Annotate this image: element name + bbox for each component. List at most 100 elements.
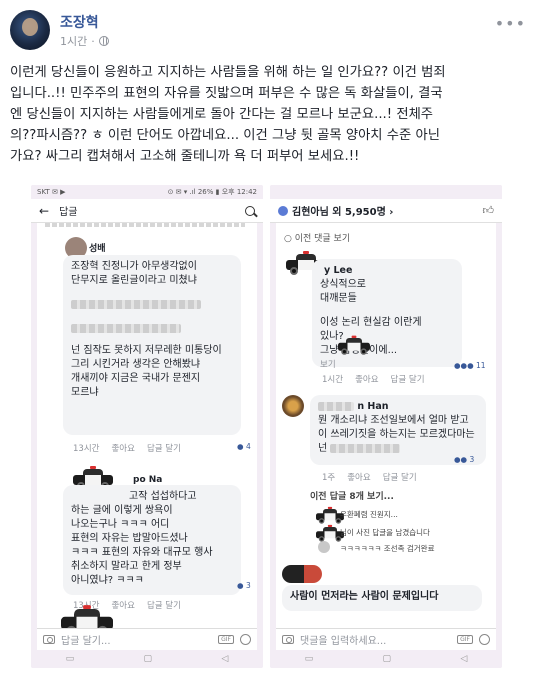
author-name[interactable]: 조장혁: [60, 12, 99, 32]
comment-thread: ○ 이전 댓글 보기 y Lee 상식적으로 대깨문들 이성 논리 현실감 이란…: [276, 223, 496, 630]
commenter-name: n Han: [357, 401, 389, 412]
search-icon: [245, 205, 258, 217]
post-time[interactable]: 1시간: [60, 33, 87, 49]
blurred-text: [330, 443, 401, 453]
thumbs-up-icon[interactable]: 👍︎: [483, 204, 495, 217]
like-button[interactable]: 좋아요: [347, 471, 370, 483]
gif-icon[interactable]: GIF: [218, 635, 234, 644]
status-right: ⊙ ✉ ▾ .ıl 26% ▮ 오후 12:42: [167, 188, 257, 196]
reply-button[interactable]: 답글 달기: [147, 599, 181, 611]
reaction-count: ● 3: [237, 581, 251, 590]
comment-bubble: 사람이 먼저라는 사람이 문제입니다: [282, 585, 482, 611]
commenter-avatar: [282, 395, 304, 417]
comment-line: 그리 시킨거라 생각은 안해봤냐: [71, 359, 201, 370]
camera-icon[interactable]: [43, 635, 55, 644]
home-icon[interactable]: ▢: [383, 654, 392, 664]
prev-comments-link[interactable]: ○ 이전 댓글 보기: [284, 231, 350, 244]
reply-button[interactable]: 답글 달기: [383, 471, 417, 483]
status-bar: SKT ✉ ▶ ⊙ ✉ ▾ .ıl 26% ▮ 오후 12:42: [31, 185, 263, 199]
like-button[interactable]: 좋아요: [355, 373, 378, 385]
post-meta: 1시간 ·: [60, 33, 109, 49]
comment-line: 이성 논리 현실감 이란게: [320, 317, 422, 328]
commenter-name: 성배: [89, 244, 106, 254]
comment-bubble: 조장혁 진정니가 아무생각없이 단무지로 올린글이라고 미쳤냐 넌 짐작도 못하…: [63, 255, 241, 435]
comment-time: 1주: [322, 473, 336, 483]
android-nav-bar: ▭ ▢ ◁: [270, 650, 502, 668]
comment-actions: 1주 좋아요 답글 달기: [322, 471, 417, 483]
comment-input-bar[interactable]: 댓글을 입력하세요... GIF: [276, 628, 496, 650]
prev-replies-link[interactable]: 이전 답글 8개 보기...: [310, 489, 394, 502]
recent-apps-icon[interactable]: ▭: [305, 654, 314, 664]
post-text-line: 엔 당신들이 지지하는 사람들에게로 돌아 간다는 걸 모르나 보군요...! …: [10, 107, 434, 122]
emoji-icon[interactable]: [479, 634, 490, 645]
screenshot-left[interactable]: SKT ✉ ▶ ⊙ ✉ ▾ .ıl 26% ▮ 오후 12:42 ← 답글 성배…: [31, 185, 263, 668]
police-car-sticker: [336, 335, 371, 355]
reaction-count: ●●● 11: [454, 361, 486, 370]
comment-line: 아니였냐? ㅋㅋㅋ: [71, 575, 144, 586]
comment-time: 13시간: [73, 444, 100, 454]
comment-line: 단무지로 올린글이라고 미쳤냐: [71, 275, 197, 286]
comment-actions: 1시간 좋아요 답글 달기: [322, 373, 425, 385]
recent-apps-icon[interactable]: ▭: [66, 654, 75, 664]
like-button[interactable]: 좋아요: [111, 442, 134, 454]
reply-preview[interactable]: ㅋㅋㅋㅋㅋㅋ 조선족 검거완료: [340, 543, 434, 554]
reply-button[interactable]: 답글 달기: [147, 442, 181, 454]
comment-line: 상식적으로: [320, 279, 366, 290]
reply-input-bar[interactable]: 답글 달기... GIF: [37, 628, 257, 650]
home-icon[interactable]: ▢: [144, 654, 153, 664]
comment-bubble: 고작 섭섭하다고 하는 글에 이렇게 쌍욕이 나오는구나 ㅋㅋㅋ 어디 표현의 …: [63, 485, 241, 595]
comment-footer: 보기: [320, 360, 336, 370]
gif-icon[interactable]: GIF: [457, 635, 473, 644]
comment-line: 취소하지 말라고 한게 정부: [71, 561, 182, 572]
reply-button[interactable]: 답글 달기: [391, 373, 425, 385]
comment-thread: 성배 조장혁 진정니가 아무생각없이 단무지로 올린글이라고 미쳤냐 넌 짐작도…: [37, 223, 257, 630]
reaction-count: ●● 3: [454, 455, 475, 464]
back-icon[interactable]: ◁: [460, 654, 467, 664]
globe-icon: [98, 36, 109, 46]
police-car-sticker: [58, 605, 115, 630]
comment-line: 뭔 개소리냐 조선일보에서 얼마 받고: [318, 415, 469, 426]
blurred-text: [71, 323, 181, 333]
reaction-count: ● 4: [237, 442, 251, 451]
comment-line: 개새끼야 지금은 국내가 문젠지: [71, 373, 201, 384]
post-text-line: 의??파시즘?? ㅎ 이런 단어도 아깝네요... 이건 그냥 뒷 골목 양아치…: [10, 128, 440, 143]
status-bar: [270, 185, 502, 199]
comment-line: 표현의 자유는 밥말아드셨나: [71, 533, 188, 544]
like-reaction-icon: [278, 205, 288, 216]
back-icon[interactable]: ◁: [221, 654, 228, 664]
status-left: SKT ✉ ▶: [37, 188, 66, 196]
blurred-text: [71, 299, 201, 309]
comment-line: 하는 글에 이렇게 쌍욕이: [71, 505, 173, 516]
back-arrow-icon: ←: [39, 203, 50, 218]
replier-avatar: [318, 541, 330, 553]
comment-actions: 13시간 좋아요 답글 달기: [73, 442, 181, 454]
reply-preview[interactable]: 님이 사진 답글을 남겼습니다: [340, 527, 430, 538]
comment-time: 1시간: [322, 375, 344, 385]
comment-line: 조장혁 진정니가 아무생각없이: [71, 261, 197, 272]
screenshot-right[interactable]: 김현아님 외 5,950명 › 👍︎ ○ 이전 댓글 보기 y Lee 상식적으…: [270, 185, 502, 668]
comment-bubble: y Lee 상식적으로 대깨문들 이성 논리 현실감 이란게 있나? 그냥 감정…: [312, 259, 462, 370]
emoji-icon[interactable]: [240, 634, 251, 645]
cropped-text: [45, 223, 245, 227]
comment-line: 모르냐: [71, 387, 99, 398]
android-nav-bar: ▭ ▢ ◁: [31, 650, 263, 668]
commenter-name: y Lee: [324, 265, 353, 276]
post-header: 조장혁 1시간 · •••: [10, 8, 530, 52]
more-options-button[interactable]: •••: [495, 14, 526, 33]
likes-summary[interactable]: 김현아님 외 5,950명 ›: [292, 203, 393, 218]
sticker-image: [282, 565, 322, 583]
comment-line: 사람이 먼저라는 사람이 문제입니다: [290, 591, 439, 602]
comment-line: 넌: [318, 443, 328, 454]
comment-line: 나오는구나 ㅋㅋㅋ 어디: [71, 519, 170, 530]
author-avatar[interactable]: [10, 10, 50, 50]
camera-icon[interactable]: [282, 635, 294, 644]
post-text-line: 입니다..!! 민주주의 표현의 자유를 짓밟으며 퍼부은 수 많은 독 화살들…: [10, 86, 443, 101]
comment-input-placeholder[interactable]: 댓글을 입력하세요...: [300, 632, 451, 647]
likes-header: 김현아님 외 5,950명 › 👍︎: [270, 199, 502, 223]
comment-line: 넌 짐작도 못하지 저무레한 미통당이: [71, 345, 222, 356]
reply-input-placeholder[interactable]: 답글 달기...: [61, 632, 212, 647]
post-text-line: 가요? 싸그리 캡쳐해서 고소해 줄테니까 욕 더 퍼부어 보세요.!!: [10, 149, 360, 164]
post-body: 이런게 당신들이 응원하고 지지하는 사람들을 위해 하는 일 인가요?? 이건…: [10, 62, 530, 167]
blurred-name: [318, 402, 354, 411]
reply-preview[interactable]: 우환폐렴 진원지...: [340, 509, 398, 520]
